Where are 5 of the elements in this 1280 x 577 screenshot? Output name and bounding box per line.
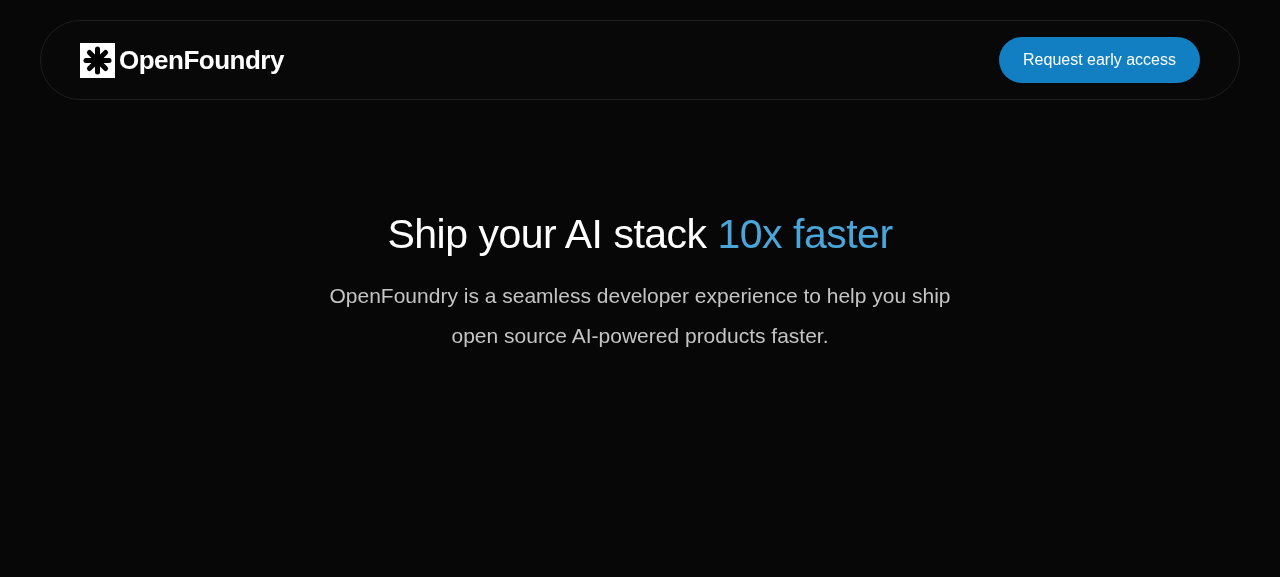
hero-subtitle: OpenFoundry is a seamless developer experience to help you ship open source AI-powered products faster.	[328, 283, 952, 349]
request-access-button[interactable]: Request early access	[999, 37, 1200, 83]
logo-text: OpenFoundry	[119, 44, 284, 76]
asterisk-logo-icon	[80, 42, 115, 78]
hero-title: Ship your AI stack 10x faster	[387, 211, 893, 258]
